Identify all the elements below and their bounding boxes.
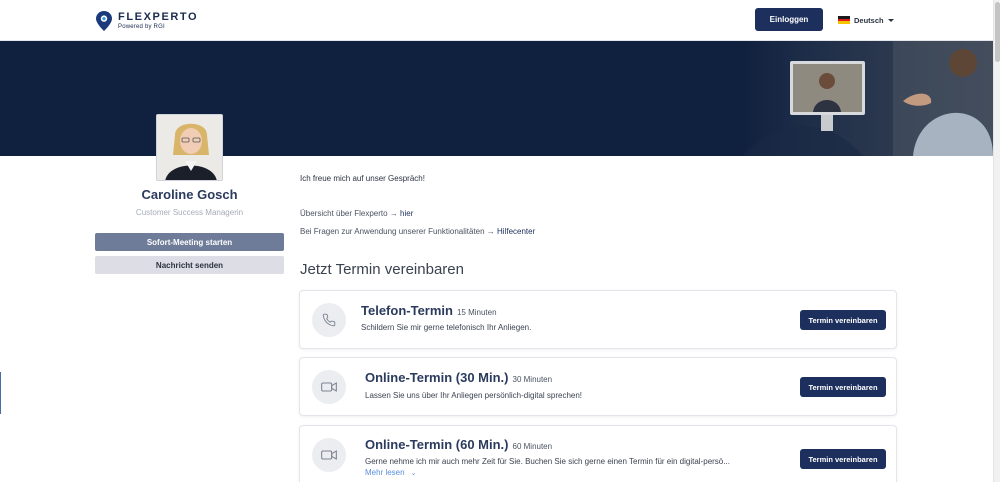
card-title: Online-Termin (60 Min.) 60 Minuten <box>365 437 552 452</box>
profile-name: Caroline Gosch <box>141 187 238 202</box>
start-meeting-button[interactable]: Sofort-Meeting starten <box>95 233 284 251</box>
card-title: Online-Termin (30 Min.) 30 Minuten <box>365 370 552 385</box>
read-more-label: Mehr lesen <box>365 468 405 477</box>
overview-text: Übersicht über Flexperto → <box>300 209 401 218</box>
card-title-text: Online-Termin (30 Min.) <box>365 370 509 385</box>
video-camera-icon <box>312 438 346 472</box>
card-description: Lassen Sie uns über Ihr Anliegen persönl… <box>365 391 583 400</box>
page-scrollbar[interactable] <box>993 0 1000 482</box>
appointment-card-online-30: Online-Termin (30 Min.) 30 Minuten Lassen… <box>299 357 897 416</box>
card-description: Schildern Sie mir gerne telefonisch Ihr … <box>361 323 532 332</box>
section-title: Jetzt Termin vereinbaren <box>300 261 464 278</box>
book-appointment-button[interactable]: Termin vereinbaren <box>800 449 886 469</box>
chevron-down-icon <box>887 18 894 22</box>
card-duration: 60 Minuten <box>512 442 553 451</box>
logo-name: FLEXPERTO <box>118 11 199 23</box>
appointment-card-online-60: Online-Termin (60 Min.) 60 Minuten Gerne … <box>299 425 897 482</box>
help-line: Bei Fragen zur Anwendung unserer Funktio… <box>300 227 535 236</box>
profile-role: Customer Success Managerin <box>135 208 244 217</box>
card-title-text: Telefon-Termin <box>361 303 453 318</box>
card-duration: 30 Minuten <box>512 375 553 384</box>
help-center-link[interactable]: Hilfecenter <box>497 227 535 236</box>
book-appointment-button[interactable]: Termin vereinbaren <box>800 310 886 330</box>
left-edge-accent <box>0 372 1 414</box>
page: FLEXPERTO Powered by RGI Einloggen Deuts… <box>0 0 1000 482</box>
top-header: FLEXPERTO Powered by RGI Einloggen Deuts… <box>0 0 993 41</box>
intro-text: Ich freue mich auf unser Gespräch! <box>300 174 425 183</box>
video-camera-icon <box>312 370 346 404</box>
book-appointment-button[interactable]: Termin vereinbaren <box>800 377 886 397</box>
banner-photo <box>743 41 993 156</box>
scrollbar-thumb[interactable] <box>995 2 1000 62</box>
language-label: Deutsch <box>854 15 884 25</box>
send-message-button[interactable]: Nachricht senden <box>95 256 284 274</box>
card-title-text: Online-Termin (60 Min.) <box>365 437 509 452</box>
appointment-card-phone: Telefon-Termin 15 Minuten Schildern Sie m… <box>299 290 897 349</box>
card-title: Telefon-Termin 15 Minuten <box>361 303 497 318</box>
card-duration: 15 Minuten <box>456 308 497 317</box>
flexperto-logo[interactable]: FLEXPERTO Powered by RGI <box>96 9 198 33</box>
german-flag-icon <box>838 16 850 25</box>
login-button[interactable]: Einloggen <box>755 8 823 31</box>
chevron-down-icon: ⌄ <box>410 469 417 477</box>
logo-subtitle: Powered by RGI <box>118 24 165 30</box>
language-selector[interactable]: Deutsch <box>838 14 894 26</box>
read-more-link[interactable]: Mehr lesen ⌄ <box>365 468 416 477</box>
location-pin-logo-icon <box>96 11 112 31</box>
phone-icon <box>312 303 346 337</box>
overview-link[interactable]: hier <box>400 209 413 218</box>
profile-avatar <box>156 114 223 181</box>
overview-line: Übersicht über Flexperto → hier <box>300 209 413 218</box>
card-description: Gerne nehme ich mir auch mehr Zeit für S… <box>365 457 730 466</box>
hero-banner <box>0 41 993 156</box>
help-text: Bei Fragen zur Anwendung unserer Funktio… <box>300 227 498 236</box>
